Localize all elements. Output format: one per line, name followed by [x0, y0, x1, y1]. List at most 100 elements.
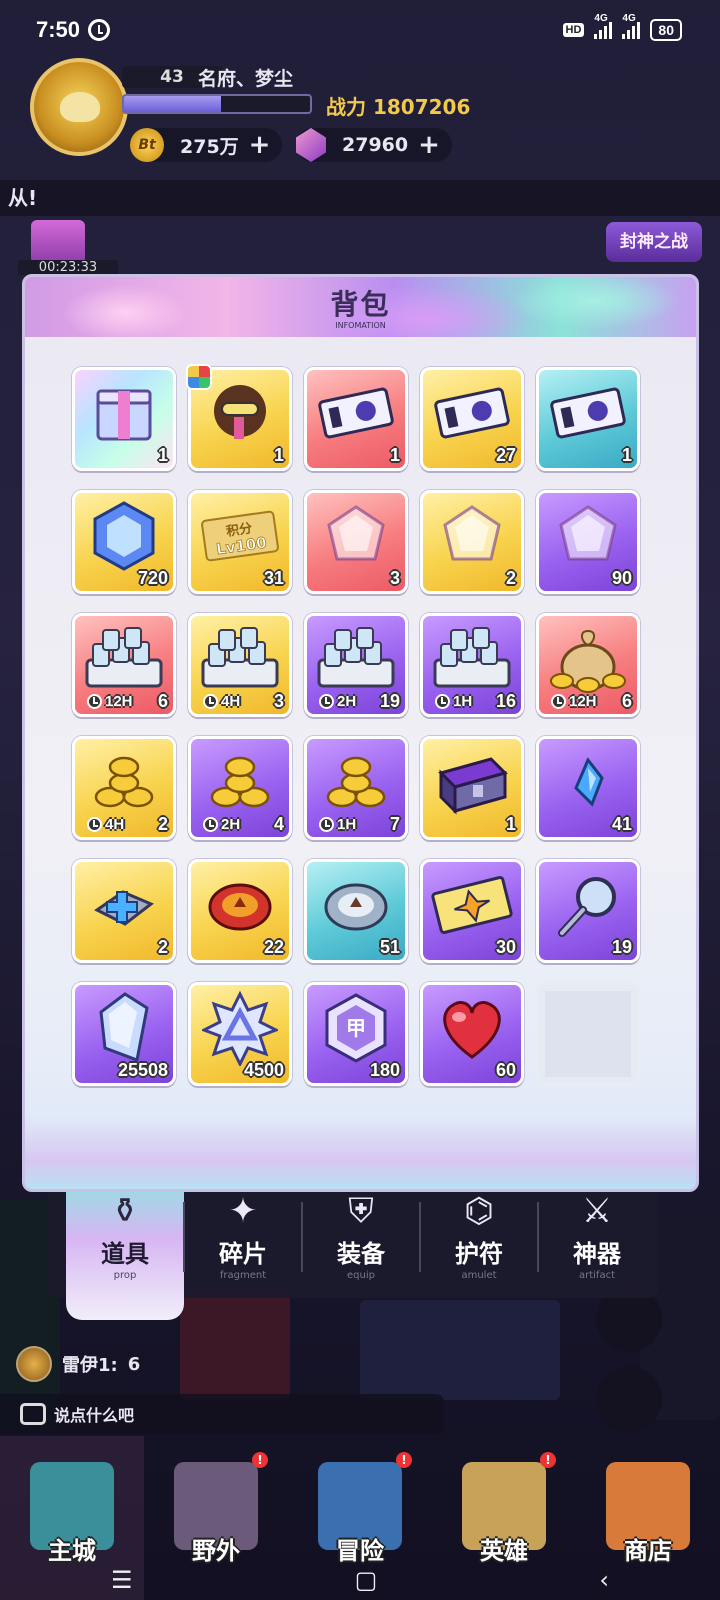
chat-avatar [16, 1346, 52, 1382]
coin-pile-icon [202, 747, 278, 821]
inventory-slot-red-gem[interactable]: 3 [304, 490, 408, 594]
item-count: 3 [389, 568, 400, 588]
inventory-slot-star-badge[interactable]: 4500 [188, 982, 292, 1086]
modal-header: 背包 INFOMATION [25, 277, 696, 337]
network-type: 4G [594, 13, 608, 24]
tab-label: 神器 [573, 1240, 621, 1268]
backpack-modal: 背包 INFOMATION 1 1 1 27 1 720 积分 Lv100 31 3 2 90 12H 6… [22, 274, 699, 1192]
item-count: 1 [505, 814, 516, 834]
inventory-slot-ticket-gold[interactable]: 27 [420, 367, 524, 471]
item-count: 19 [379, 691, 400, 711]
tab-prop[interactable]: ⚱ 道具 prop [66, 1172, 184, 1320]
inventory-slot-purple-medal[interactable]: 甲 180 [304, 982, 408, 1086]
duration-tag: 4H [87, 816, 124, 833]
player-avatar[interactable] [30, 58, 128, 156]
duration-tag: 12H [87, 693, 133, 710]
gift-countdown: 00:23:33 [18, 260, 118, 275]
inventory-slot-points-card[interactable]: 积分 Lv100 31 [188, 490, 292, 594]
inventory-slot-money-pile-1h[interactable]: 1H 16 [420, 613, 524, 717]
ticket-icon [432, 383, 512, 447]
item-count: 6 [621, 691, 632, 711]
inventory-slot-cross-plate[interactable]: 2 [72, 859, 176, 963]
rarity-cube-icon [186, 364, 212, 390]
hd-icon: HD [562, 23, 585, 37]
inventory-slot-ticket-red[interactable]: 1 [304, 367, 408, 471]
clock-icon [319, 817, 334, 832]
duration-tag: 2H [319, 693, 356, 710]
combat-power-value: 1807206 [372, 95, 471, 119]
duration-text: 4H [105, 816, 125, 833]
system-nav: ☰ ▢ ‹ [0, 1560, 720, 1600]
inventory-slot-coins-1h[interactable]: 1H 7 [304, 736, 408, 840]
tab-artifact[interactable]: ⚔ 神器 artifact [538, 1180, 656, 1298]
inventory-slot-purple-gem[interactable]: 90 [536, 490, 640, 594]
tab-divider [301, 1202, 303, 1272]
inventory-slot-gold-card[interactable]: 30 [420, 859, 524, 963]
points-card-icon: 积分 Lv100 [198, 506, 282, 570]
add-coins-button[interactable]: + [249, 130, 283, 160]
tab-equip[interactable]: ⛨ 装备 equip [302, 1180, 420, 1298]
inventory-slot-money-chest-12h[interactable]: 12H 6 [72, 613, 176, 717]
inventory-slot-silver-token[interactable]: 51 [304, 859, 408, 963]
inventory-slot-red-token[interactable]: 22 [188, 859, 292, 963]
chat-message: 雷伊1: 6 [16, 1346, 140, 1382]
inventory-slot-purple-chest[interactable]: 1 [420, 736, 524, 840]
event-button[interactable]: 封神之战 [606, 222, 702, 262]
tab-fragment[interactable]: ✦ 碎片 fragment [184, 1180, 302, 1298]
duration-text: 12H [569, 693, 597, 710]
empty-slot [536, 982, 640, 1086]
tab-amulet[interactable]: ⌬ 护符 amulet [420, 1180, 538, 1298]
duration-text: 2H [221, 816, 241, 833]
signal-icon: 4G [594, 13, 613, 39]
chest-icon [433, 747, 511, 821]
cash-stack-icon [313, 624, 399, 698]
inventory-slot-magnifier[interactable]: 19 [536, 859, 640, 963]
recent-apps-button[interactable]: ☰ [111, 1566, 133, 1594]
status-time: 7:50 [36, 17, 111, 43]
inventory-slot-gold-gem[interactable]: 2 [420, 490, 524, 594]
chat-placeholder: 说点什么吧 [54, 1406, 135, 1425]
box-icon [88, 377, 160, 453]
signal-icon: 4G [622, 13, 641, 39]
side-menu-button[interactable] [596, 1366, 662, 1432]
clock-icon [87, 817, 102, 832]
coin-amount: 275万 [180, 135, 239, 158]
chat-text: 6 [127, 1353, 141, 1375]
inventory-slot-coins-4h[interactable]: 4H 2 [72, 736, 176, 840]
clock-icon [319, 694, 334, 709]
cross-icon [87, 870, 161, 944]
inventory-slot-money-pile-2h[interactable]: 2H 19 [304, 613, 408, 717]
inventory-slot-mystery-box[interactable]: 1 [72, 367, 176, 471]
inventory-slot-coin-bag-12h[interactable]: 12H 6 [536, 613, 640, 717]
duration-tag: 4H [203, 693, 240, 710]
network-type: 4G [622, 13, 636, 24]
inventory-slot-ticket-cyan[interactable]: 1 [536, 367, 640, 471]
item-count: 2 [157, 937, 168, 957]
player-name: 名府、梦尘 [198, 68, 294, 90]
clock-icon [435, 694, 450, 709]
chat-input[interactable]: 说点什么吧 [0, 1394, 444, 1434]
coin-currency: Bt 275万 + [130, 128, 283, 162]
home-button[interactable]: ▢ [355, 1566, 378, 1594]
gift-icon [31, 220, 85, 264]
tab-label: 碎片 [219, 1240, 267, 1268]
inventory-slot-heart[interactable]: 60 [420, 982, 524, 1086]
inventory-slot-blue-shard[interactable]: 41 [536, 736, 640, 840]
duration-tag: 1H [435, 693, 472, 710]
svg-text:甲: 甲 [346, 1016, 366, 1040]
combat-power-label: 战力 [326, 95, 366, 119]
coin-bag-icon [548, 623, 628, 699]
add-gems-button[interactable]: + [418, 130, 452, 160]
inventory-slot-money-pile-4h[interactable]: 4H 3 [188, 613, 292, 717]
item-count: 7 [389, 814, 400, 834]
inventory-slot-coins-2h[interactable]: 2H 4 [188, 736, 292, 840]
tab-sublabel: fragment [219, 1270, 267, 1281]
item-count: 4 [273, 814, 284, 834]
card-icon [430, 875, 514, 939]
modal-subtitle: INFOMATION [335, 321, 386, 330]
inventory-slot-blue-crystal[interactable]: 720 [72, 490, 176, 594]
inventory-slot-crystal[interactable]: 25508 [72, 982, 176, 1086]
back-button[interactable]: ‹ [599, 1566, 609, 1594]
gem-icon [296, 128, 326, 162]
gift-timer[interactable]: 00:23:33 [18, 220, 118, 276]
